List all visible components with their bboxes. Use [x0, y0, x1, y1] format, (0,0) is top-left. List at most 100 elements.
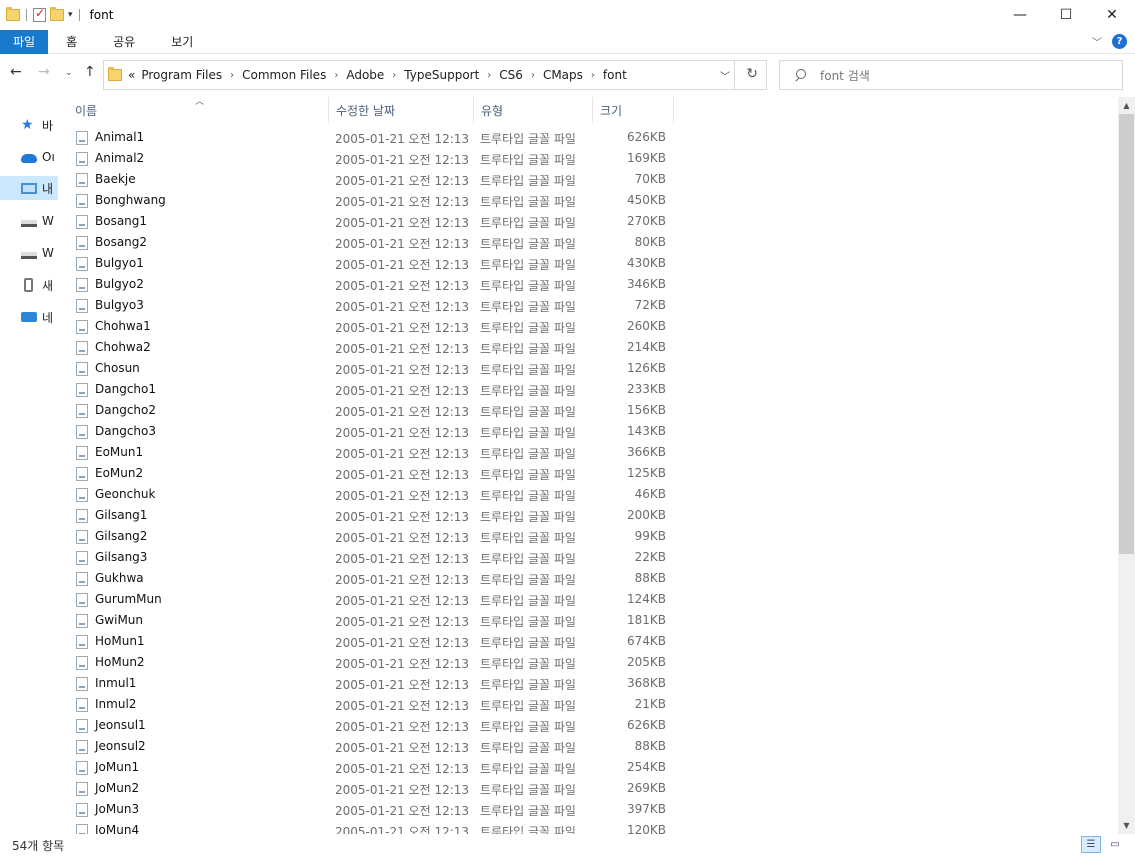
tab-file[interactable]: 파일	[0, 29, 49, 54]
file-name: Geonchuk	[95, 487, 156, 501]
file-row[interactable]: Chohwa2 2005-01-21 오전 12:13 트루타입 글꼴 파일 214K…	[58, 338, 1118, 359]
column-divider[interactable]	[473, 97, 474, 123]
file-type: 트루타입 글꼴 파일	[480, 132, 576, 146]
column-divider[interactable]	[673, 97, 674, 123]
sidebar-item-drive-1[interactable]: W	[0, 209, 58, 233]
file-row[interactable]: GurumMun 2005-01-21 오전 12:13 트루타입 글꼴 파일 124…	[58, 590, 1118, 611]
maximize-button[interactable]: ☐	[1043, 0, 1089, 30]
file-row[interactable]: Dangcho3 2005-01-21 오전 12:13 트루타입 글꼴 파일 143…	[58, 422, 1118, 443]
file-row[interactable]: Bulgyo3 2005-01-21 오전 12:13 트루타입 글꼴 파일 72KB	[58, 296, 1118, 317]
vertical-scrollbar[interactable]: ▲ ▼	[1118, 97, 1135, 834]
large-icons-view-icon[interactable]: ▭	[1105, 836, 1125, 853]
sidebar-item-this-pc[interactable]: 내	[0, 176, 58, 200]
file-row[interactable]: JoMun4 2005-01-21 오전 12:13 트루타입 글꼴 파일 120KB	[58, 821, 1118, 834]
file-row[interactable]: Jeonsul1 2005-01-21 오전 12:13 트루타입 글꼴 파일 626…	[58, 716, 1118, 737]
file-row[interactable]: Inmul1 2005-01-21 오전 12:13 트루타입 글꼴 파일 368KB	[58, 674, 1118, 695]
column-divider[interactable]	[592, 97, 593, 123]
column-header-type[interactable]: 유형	[481, 97, 591, 123]
file-row[interactable]: Bulgyo2 2005-01-21 오전 12:13 트루타입 글꼴 파일 346K…	[58, 275, 1118, 296]
customize-toolbar-dropdown[interactable]: ▾	[68, 10, 73, 20]
properties-icon[interactable]	[33, 6, 46, 22]
column-header-size[interactable]: 크기	[600, 97, 672, 123]
close-button[interactable]: ✕	[1089, 0, 1135, 30]
breadcrumb-cs6[interactable]: CS6	[499, 68, 523, 82]
file-row[interactable]: HoMun2 2005-01-21 오전 12:13 트루타입 글꼴 파일 205KB	[58, 653, 1118, 674]
file-row[interactable]: HoMun1 2005-01-21 오전 12:13 트루타입 글꼴 파일 674KB	[58, 632, 1118, 653]
file-row[interactable]: Inmul2 2005-01-21 오전 12:13 트루타입 글꼴 파일 21KB	[58, 695, 1118, 716]
recent-locations-dropdown[interactable]: ⌄	[65, 68, 73, 78]
file-row[interactable]: Chohwa1 2005-01-21 오전 12:13 트루타입 글꼴 파일 260K…	[58, 317, 1118, 338]
breadcrumb-font[interactable]: font	[603, 68, 627, 82]
scroll-down-arrow-icon[interactable]: ▼	[1118, 817, 1135, 834]
file-size: 270KB	[626, 214, 666, 228]
search-input[interactable]: font 검색	[820, 67, 870, 84]
scrollbar-thumb[interactable]	[1119, 114, 1134, 554]
file-date: 2005-01-21 오전 12:13	[335, 531, 470, 545]
minimize-button[interactable]: —	[997, 0, 1043, 30]
chevron-right-icon[interactable]: ›	[334, 70, 338, 81]
back-button[interactable]: ←	[10, 64, 22, 80]
file-row[interactable]: Gilsang3 2005-01-21 오전 12:13 트루타입 글꼴 파일 22K…	[58, 548, 1118, 569]
file-row[interactable]: JoMun1 2005-01-21 오전 12:13 트루타입 글꼴 파일 254KB	[58, 758, 1118, 779]
column-header-date[interactable]: 수정한 날짜	[336, 97, 471, 123]
column-header-name[interactable]: 이름	[75, 97, 327, 123]
file-row[interactable]: Dangcho1 2005-01-21 오전 12:13 트루타입 글꼴 파일 233…	[58, 380, 1118, 401]
sidebar-item-device[interactable]: 새	[0, 273, 58, 297]
file-row[interactable]: Gukhwa 2005-01-21 오전 12:13 트루타입 글꼴 파일 88KB	[58, 569, 1118, 590]
file-row[interactable]: JoMun3 2005-01-21 오전 12:13 트루타입 글꼴 파일 397KB	[58, 800, 1118, 821]
file-type: 트루타입 글꼴 파일	[480, 363, 576, 377]
help-icon[interactable]: ?	[1112, 34, 1127, 49]
file-row[interactable]: Gilsang1 2005-01-21 오전 12:13 트루타입 글꼴 파일 200…	[58, 506, 1118, 527]
sidebar-item-network[interactable]: 네	[0, 305, 58, 329]
file-row[interactable]: Animal2 2005-01-21 오전 12:13 트루타입 글꼴 파일 169K…	[58, 149, 1118, 170]
address-history-dropdown[interactable]: ﹀	[720, 68, 730, 83]
file-row[interactable]: Bulgyo1 2005-01-21 오전 12:13 트루타입 글꼴 파일 430K…	[58, 254, 1118, 275]
breadcrumb-overflow[interactable]: «	[128, 68, 135, 82]
forward-button[interactable]: →	[38, 64, 50, 80]
refresh-button[interactable]: ↻	[746, 66, 758, 82]
breadcrumb-adobe[interactable]: Adobe	[346, 68, 384, 82]
file-row[interactable]: Jeonsul2 2005-01-21 오전 12:13 트루타입 글꼴 파일 88K…	[58, 737, 1118, 758]
details-view-icon[interactable]: ☰	[1081, 836, 1101, 853]
tab-view[interactable]: 보기	[153, 30, 211, 54]
file-row[interactable]: Bonghwang 2005-01-21 오전 12:13 트루타입 글꼴 파일 45…	[58, 191, 1118, 212]
file-row[interactable]: Dangcho2 2005-01-21 오전 12:13 트루타입 글꼴 파일 156…	[58, 401, 1118, 422]
file-row[interactable]: JoMun2 2005-01-21 오전 12:13 트루타입 글꼴 파일 269KB	[58, 779, 1118, 800]
breadcrumb-typesupport[interactable]: TypeSupport	[404, 68, 479, 82]
file-row[interactable]: Bosang1 2005-01-21 오전 12:13 트루타입 글꼴 파일 270K…	[58, 212, 1118, 233]
column-divider[interactable]	[328, 97, 329, 123]
sidebar-item-quick-access[interactable]: ★ 바	[0, 113, 58, 137]
breadcrumb-program-files[interactable]: Program Files	[141, 68, 222, 82]
file-size: 143KB	[626, 424, 666, 438]
breadcrumb-cmaps[interactable]: CMaps	[543, 68, 583, 82]
address-bar[interactable]: « Program Files › Common Files › Adobe ›…	[103, 60, 767, 90]
chevron-right-icon[interactable]: ›	[591, 70, 595, 81]
file-row[interactable]: Chosun 2005-01-21 오전 12:13 트루타입 글꼴 파일 126KB	[58, 359, 1118, 380]
sidebar-item-onedrive[interactable]: Oı	[0, 145, 58, 169]
chevron-right-icon[interactable]: ›	[230, 70, 234, 81]
search-box[interactable]: font 검색	[779, 60, 1123, 90]
file-row[interactable]: EoMun1 2005-01-21 오전 12:13 트루타입 글꼴 파일 366KB	[58, 443, 1118, 464]
up-button[interactable]: ↑	[84, 64, 96, 80]
file-row[interactable]: GwiMun 2005-01-21 오전 12:13 트루타입 글꼴 파일 181KB	[58, 611, 1118, 632]
scroll-up-arrow-icon[interactable]: ▲	[1118, 97, 1135, 114]
tab-home[interactable]: 홈	[48, 30, 95, 54]
breadcrumb-common-files[interactable]: Common Files	[242, 68, 326, 82]
expand-ribbon-chevron-icon[interactable]: ﹀	[1092, 34, 1102, 49]
chevron-right-icon[interactable]: ›	[531, 70, 535, 81]
tab-share[interactable]: 공유	[95, 30, 153, 54]
file-row[interactable]: Gilsang2 2005-01-21 오전 12:13 트루타입 글꼴 파일 99K…	[58, 527, 1118, 548]
file-row[interactable]: Animal1 2005-01-21 오전 12:13 트루타입 글꼴 파일 626K…	[58, 128, 1118, 149]
file-row[interactable]: Geonchuk 2005-01-21 오전 12:13 트루타입 글꼴 파일 46K…	[58, 485, 1118, 506]
file-date: 2005-01-21 오전 12:13	[335, 699, 470, 713]
file-type: 트루타입 글꼴 파일	[480, 153, 576, 167]
chevron-right-icon[interactable]: ›	[392, 70, 396, 81]
file-date: 2005-01-21 오전 12:13	[335, 279, 470, 293]
file-row[interactable]: Bosang2 2005-01-21 오전 12:13 트루타입 글꼴 파일 80KB	[58, 233, 1118, 254]
file-row[interactable]: Baekje 2005-01-21 오전 12:13 트루타입 글꼴 파일 70KB	[58, 170, 1118, 191]
file-date: 2005-01-21 오전 12:13	[335, 552, 470, 566]
chevron-right-icon[interactable]: ›	[487, 70, 491, 81]
sidebar-item-drive-2[interactable]: W	[0, 241, 58, 265]
file-row[interactable]: EoMun2 2005-01-21 오전 12:13 트루타입 글꼴 파일 125KB	[58, 464, 1118, 485]
new-folder-icon[interactable]	[50, 7, 64, 21]
